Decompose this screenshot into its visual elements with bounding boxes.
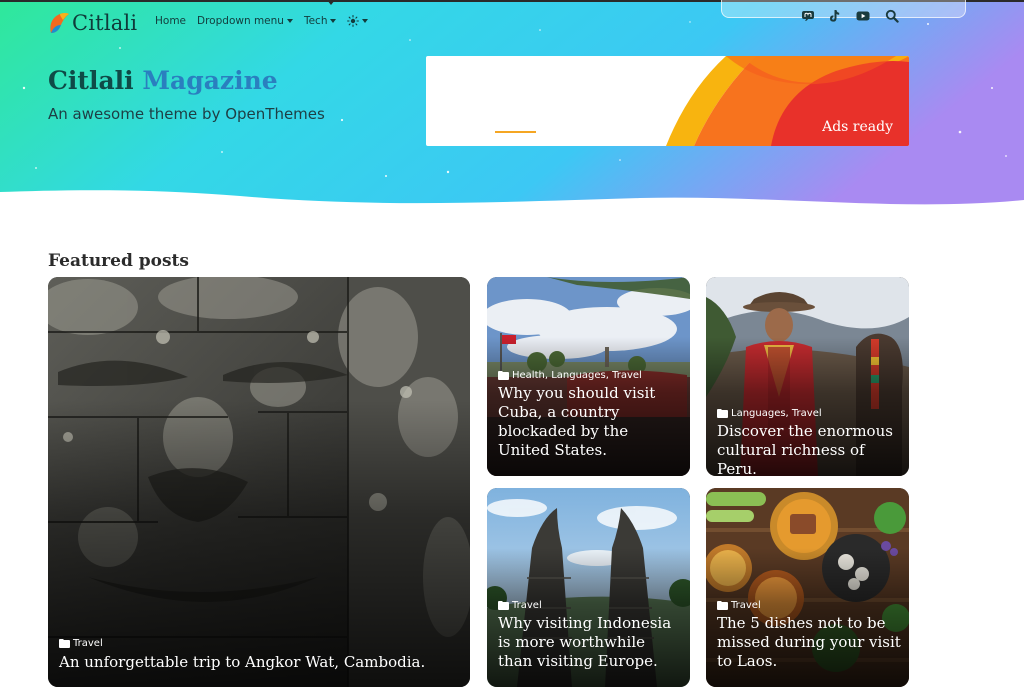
site-title-part2: Magazine (142, 66, 278, 95)
site-subtitle: An awesome theme by OpenThemes (48, 105, 325, 123)
nav-home-label: Home (155, 15, 187, 27)
featured-post-card[interactable]: Travel Why visiting Indonesia is more wo… (487, 488, 690, 687)
site-title-part1: Citlali (48, 66, 134, 95)
post-category-label: Travel (73, 638, 103, 649)
post-category-label: Languages, Travel (731, 408, 822, 419)
nav-tech-label: Tech (303, 15, 328, 27)
post-category[interactable]: Travel (59, 638, 103, 649)
post-title[interactable]: Why you should visit Cuba, a country blo… (498, 384, 682, 460)
nav-dropdown-menu[interactable]: Dropdown menu (197, 15, 293, 27)
nav-tech[interactable]: Tech (304, 15, 337, 27)
nav-dropdown-label: Dropdown menu (197, 15, 284, 27)
hero-header: Citlali Home Dropdown menu Tech Citlali … (0, 0, 1024, 215)
chevron-down-icon (330, 19, 337, 23)
social-bar (721, 0, 966, 18)
folder-icon (717, 601, 728, 610)
logo-text: Citlali (72, 11, 138, 35)
chevron-down-icon (362, 19, 369, 23)
post-category[interactable]: Languages, Travel (717, 408, 822, 419)
post-category-label: Health, Languages, Travel (512, 370, 642, 381)
mastodon-icon[interactable] (801, 9, 815, 23)
post-category[interactable]: Travel (498, 600, 542, 611)
main-nav: Home Dropdown menu Tech (155, 15, 379, 27)
featured-post-card[interactable]: Travel An unforgettable trip to Angkor W… (48, 277, 470, 687)
folder-icon (59, 639, 70, 648)
featured-heading: Featured posts (48, 251, 189, 271)
site-logo[interactable]: Citlali (48, 10, 137, 36)
tiktok-icon[interactable] (827, 9, 841, 23)
youtube-icon[interactable] (856, 9, 870, 23)
post-title[interactable]: Discover the enormous cultural richness … (717, 422, 901, 476)
ad-label: Ads ready (822, 119, 893, 135)
menu-notch (327, 0, 335, 5)
featured-post-card[interactable]: Health, Languages, Travel Why you should… (487, 277, 690, 476)
folder-icon (717, 409, 728, 418)
folder-icon (498, 601, 509, 610)
post-category[interactable]: Travel (717, 600, 761, 611)
post-title[interactable]: The 5 dishes not to be missed during you… (717, 614, 901, 671)
logo-icon (50, 13, 69, 33)
featured-post-card[interactable]: Travel The 5 dishes not to be missed dur… (706, 488, 909, 687)
sun-icon (347, 15, 360, 27)
post-title[interactable]: An unforgettable trip to Angkor Wat, Cam… (59, 653, 462, 672)
featured-post-card[interactable]: Languages, Travel Discover the enormous … (706, 277, 909, 476)
search-icon[interactable] (885, 9, 899, 23)
post-category-label: Travel (512, 600, 542, 611)
nav-home[interactable]: Home (155, 15, 186, 27)
post-category[interactable]: Health, Languages, Travel (498, 370, 642, 381)
theme-toggle[interactable] (347, 15, 369, 27)
folder-icon (498, 371, 509, 380)
post-title[interactable]: Why visiting Indonesia is more worthwhil… (498, 614, 682, 671)
post-category-label: Travel (731, 600, 761, 611)
site-title: Citlali Magazine (48, 66, 278, 95)
card-overlay (48, 400, 470, 687)
chevron-down-icon (286, 19, 293, 23)
ad-accent-line (495, 131, 536, 133)
